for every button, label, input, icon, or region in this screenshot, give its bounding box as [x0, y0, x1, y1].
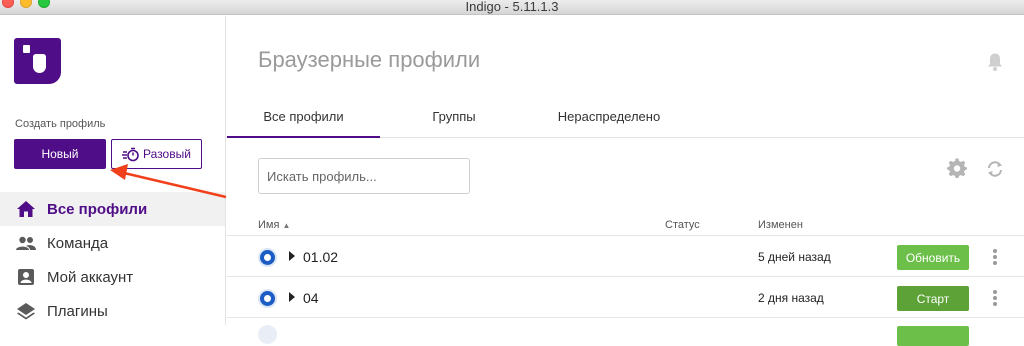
- profile-tabs: Все профили Группы Нераспределено: [227, 96, 1024, 138]
- column-header-label: Имя: [258, 219, 280, 231]
- gear-icon[interactable]: [947, 158, 967, 178]
- new-profile-button-label: Новый: [41, 147, 79, 161]
- start-button[interactable]: Старт: [897, 286, 969, 311]
- column-header-name[interactable]: Имя ▲: [258, 219, 290, 231]
- search-input[interactable]: Искать профиль...: [258, 158, 470, 194]
- sidebar-item-team[interactable]: Команда: [0, 226, 225, 260]
- row-action-button[interactable]: [897, 326, 969, 346]
- browser-icon: [258, 289, 277, 308]
- tab-label: Нераспределено: [557, 108, 661, 124]
- sidebar-item-label: Команда: [47, 234, 109, 252]
- search-placeholder: Искать профиль...: [267, 168, 377, 184]
- expand-caret-icon[interactable]: [289, 251, 295, 261]
- sidebar-item-all-profiles[interactable]: Все профили: [0, 192, 225, 226]
- app-logo: [14, 38, 61, 84]
- sidebar-item-label: Все профили: [47, 200, 148, 218]
- profile-name[interactable]: 01.02: [303, 249, 338, 265]
- profile-changed: 5 дней назад: [758, 250, 831, 264]
- page-title: Браузерные профили: [258, 47, 481, 72]
- profile-name[interactable]: 04: [303, 290, 319, 306]
- table-row[interactable]: 01.02 5 дней назад Обновить: [227, 237, 1024, 277]
- tab-label: Группы: [432, 108, 476, 124]
- bell-icon[interactable]: [986, 52, 1004, 72]
- profile-changed: 2 дня назад: [758, 291, 824, 305]
- refresh-icon[interactable]: [985, 159, 1005, 179]
- sidebar-item-plugins[interactable]: Плагины: [0, 294, 225, 328]
- title-bar: Indigo - 5.11.1.3: [0, 0, 1024, 15]
- update-button-label: Обновить: [905, 250, 961, 265]
- tab-label: Все профили: [263, 108, 344, 124]
- main-content: Браузерные профили Все профили Группы Не…: [227, 16, 1024, 346]
- more-options-icon[interactable]: [990, 290, 1000, 308]
- home-icon: [17, 201, 35, 217]
- browser-icon: [258, 325, 277, 344]
- table-row[interactable]: 04 2 дня назад Старт: [227, 278, 1024, 318]
- create-profile-label: Создать профиль: [15, 118, 106, 130]
- column-header-status[interactable]: Статус: [665, 219, 700, 231]
- update-button[interactable]: Обновить: [897, 245, 969, 270]
- column-header-changed[interactable]: Изменен: [758, 219, 803, 231]
- tab-all-profiles[interactable]: Все профили: [227, 96, 380, 138]
- start-button-label: Старт: [916, 291, 950, 306]
- one-time-profile-button-label: Разовый: [143, 147, 191, 161]
- tab-groups[interactable]: Группы: [414, 96, 494, 136]
- new-profile-button[interactable]: Новый: [14, 139, 106, 169]
- people-icon: [16, 236, 36, 250]
- window-title: Indigo - 5.11.1.3: [465, 0, 559, 14]
- table-header: Имя ▲ Статус Изменен: [227, 217, 1024, 236]
- layers-icon: [17, 303, 35, 320]
- browser-icon: [258, 248, 277, 267]
- sort-ascending-icon: ▲: [282, 221, 291, 230]
- sidebar-item-label: Плагины: [47, 302, 108, 320]
- sidebar: Создать профиль Новый Разовый Все профил…: [0, 16, 226, 325]
- sidebar-item-label: Мой аккаунт: [47, 268, 134, 286]
- sidebar-item-my-account[interactable]: Мой аккаунт: [0, 260, 225, 294]
- account-icon: [18, 269, 34, 285]
- expand-caret-icon[interactable]: [289, 292, 295, 302]
- more-options-icon[interactable]: [990, 249, 1000, 267]
- one-time-profile-button[interactable]: Разовый: [111, 139, 202, 169]
- tab-unassigned[interactable]: Нераспределено: [549, 96, 669, 136]
- table-row-partial[interactable]: [227, 321, 1024, 346]
- timer-icon: [122, 147, 139, 161]
